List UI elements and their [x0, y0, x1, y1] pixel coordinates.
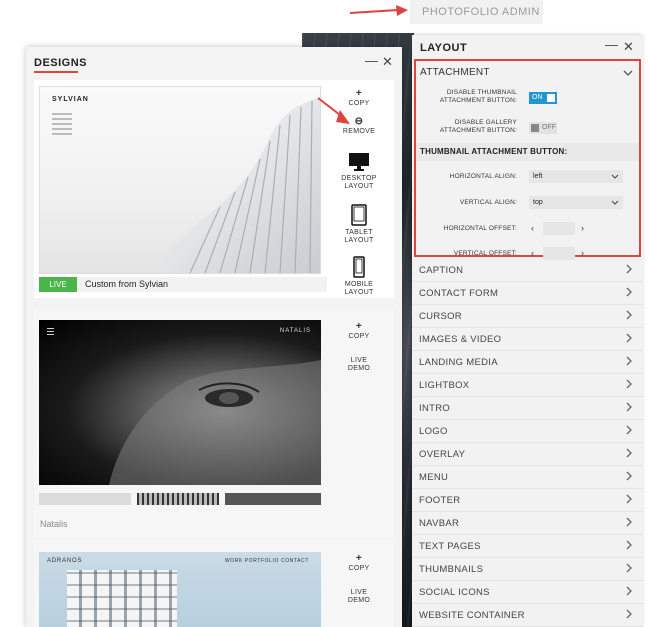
live-badge: LIVE	[39, 277, 77, 292]
plus-icon: +	[355, 553, 363, 564]
highlight-arrow-icon	[317, 97, 350, 124]
section-footer[interactable]: FOOTER	[412, 489, 643, 512]
section-text-pages[interactable]: TEXT PAGES	[412, 535, 643, 558]
section-social-icons[interactable]: SOCIAL ICONS	[412, 581, 643, 604]
chevron-left-icon[interactable]: ‹	[531, 222, 534, 235]
mobile-phone-icon	[353, 256, 365, 278]
horizontal-align-select[interactable]: left	[529, 170, 623, 183]
horizontal-align-label: HORIZONTAL ALIGN:	[449, 173, 517, 180]
tablet-layout-button[interactable]: TABLET LAYOUT	[334, 204, 384, 245]
disable-thumbnail-toggle[interactable]: ON	[529, 92, 557, 104]
chevron-down-icon[interactable]	[623, 68, 633, 78]
section-cursor[interactable]: CURSOR	[412, 305, 643, 328]
design-card-natalis: NATALIS Natalis + COPY LIVE DEMO	[34, 308, 394, 538]
architecture-image	[150, 97, 320, 273]
live-demo-button[interactable]: LIVE DEMO	[334, 357, 384, 373]
live-status-row: LIVE Custom from Sylvian	[39, 277, 327, 292]
photofolio-admin-label[interactable]: PHOTOFOLIO ADMIN	[410, 0, 543, 24]
section-menu[interactable]: MENU	[412, 466, 643, 489]
layout-sections-list: CAPTION CONTACT FORM CURSOR IMAGES & VID…	[412, 259, 643, 627]
chevron-right-icon	[626, 609, 632, 619]
section-thumbnails[interactable]: THUMBNAILS	[412, 558, 643, 581]
section-contact-form[interactable]: CONTACT FORM	[412, 282, 643, 305]
section-lightbox[interactable]: LIGHTBOX	[412, 374, 643, 397]
attachment-heading[interactable]: ATTACHMENT	[420, 67, 490, 78]
vertical-align-label: VERTICAL ALIGN:	[459, 199, 517, 206]
live-design-name: Custom from Sylvian	[85, 279, 169, 289]
chevron-right-icon	[626, 517, 632, 527]
horizontal-offset-stepper[interactable]: ‹ ›	[529, 222, 589, 235]
designs-title: DESIGNS	[34, 57, 88, 73]
chevron-right-icon	[626, 402, 632, 412]
close-icon[interactable]: ✕	[382, 54, 393, 70]
chevron-right-icon	[626, 494, 632, 504]
designs-panel: DESIGNS — ✕ SYLVIAN LIVE Custom from Syl…	[26, 47, 402, 627]
disable-gallery-label: DISABLE GALLERY ATTACHMENT BUTTON:	[439, 119, 517, 134]
section-landing-media[interactable]: LANDING MEDIA	[412, 351, 643, 374]
design-thumbnail[interactable]: NATALIS	[39, 320, 321, 485]
layout-title: LAYOUT	[420, 42, 468, 54]
section-overlay[interactable]: OVERLAY	[412, 443, 643, 466]
copy-button[interactable]: + COPY	[334, 321, 384, 341]
thumbnail-menu	[52, 113, 72, 138]
section-website-container[interactable]: WEBSITE CONTAINER	[412, 604, 643, 627]
plus-icon: +	[355, 321, 363, 332]
design-card-adranos: ADRANOS WORK PORTFOLIO CONTACT + COPY LI…	[34, 540, 394, 627]
chevron-right-icon	[626, 586, 632, 596]
attachment-section: ATTACHMENT DISABLE THUMBNAIL ATTACHMENT …	[414, 59, 641, 260]
mobile-layout-button[interactable]: MOBILE LAYOUT	[334, 256, 384, 297]
chevron-right-icon	[626, 448, 632, 458]
building-image	[67, 570, 177, 627]
section-logo[interactable]: LOGO	[412, 420, 643, 443]
chevron-right-icon	[626, 425, 632, 435]
designs-header: DESIGNS — ✕	[26, 47, 402, 79]
face-portrait-image	[109, 360, 321, 485]
chevron-right-icon[interactable]: ›	[581, 222, 584, 235]
vertical-offset-label: VERTICAL OFFSET:	[453, 250, 517, 257]
copy-button[interactable]: + COPY	[334, 553, 384, 573]
vertical-align-select[interactable]: top	[529, 196, 623, 209]
pointer-arrow-icon	[350, 5, 408, 16]
layout-header: LAYOUT — ✕	[412, 35, 643, 59]
design-thumbnail[interactable]: ADRANOS WORK PORTFOLIO CONTACT	[39, 552, 321, 627]
chevron-right-icon	[626, 310, 632, 320]
design-thumbnail[interactable]: SYLVIAN	[39, 86, 321, 274]
horizontal-offset-input[interactable]	[543, 222, 575, 235]
minimize-icon[interactable]: —	[365, 53, 378, 68]
thumbnail-strip	[39, 493, 321, 505]
chevron-right-icon	[626, 333, 632, 343]
desktop-layout-button[interactable]: DESKTOP LAYOUT	[334, 152, 384, 191]
tablet-icon	[351, 204, 367, 226]
chevron-right-icon	[626, 356, 632, 366]
chevron-down-icon	[611, 174, 619, 179]
chevron-right-icon	[626, 264, 632, 274]
chevron-right-icon	[626, 379, 632, 389]
close-icon[interactable]: ✕	[623, 39, 634, 55]
live-demo-button[interactable]: LIVE DEMO	[334, 589, 384, 605]
thumbnail-attachment-subheading: THUMBNAIL ATTACHMENT BUTTON:	[416, 143, 639, 161]
thumbnail-nav: WORK PORTFOLIO CONTACT	[224, 558, 309, 564]
chevron-down-icon	[611, 200, 619, 205]
disable-thumbnail-label: DISABLE THUMBNAIL ATTACHMENT BUTTON:	[439, 89, 517, 104]
design-name: Natalis	[40, 519, 68, 529]
section-navbar[interactable]: NAVBAR	[412, 512, 643, 535]
layout-panel: LAYOUT — ✕ ATTACHMENT DISABLE THUMBNAIL …	[412, 35, 643, 627]
chevron-right-icon	[626, 540, 632, 550]
section-images-video[interactable]: IMAGES & VIDEO	[412, 328, 643, 351]
disable-gallery-toggle[interactable]: OFF	[529, 122, 557, 134]
horizontal-offset-label: HORIZONTAL OFFSET:	[443, 225, 517, 232]
thumbnail-logo: ADRANOS	[47, 558, 83, 564]
chevron-right-icon	[626, 471, 632, 481]
minimize-icon[interactable]: —	[605, 37, 618, 52]
thumbnail-logo: SYLVIAN	[52, 96, 89, 103]
section-caption[interactable]: CAPTION	[412, 259, 643, 282]
chevron-right-icon	[626, 287, 632, 297]
section-intro[interactable]: INTRO	[412, 397, 643, 420]
design-card-sylvian: SYLVIAN LIVE Custom from Sylvian + COPY …	[34, 80, 394, 298]
desktop-monitor-icon	[349, 153, 369, 171]
chevron-right-icon	[626, 563, 632, 573]
